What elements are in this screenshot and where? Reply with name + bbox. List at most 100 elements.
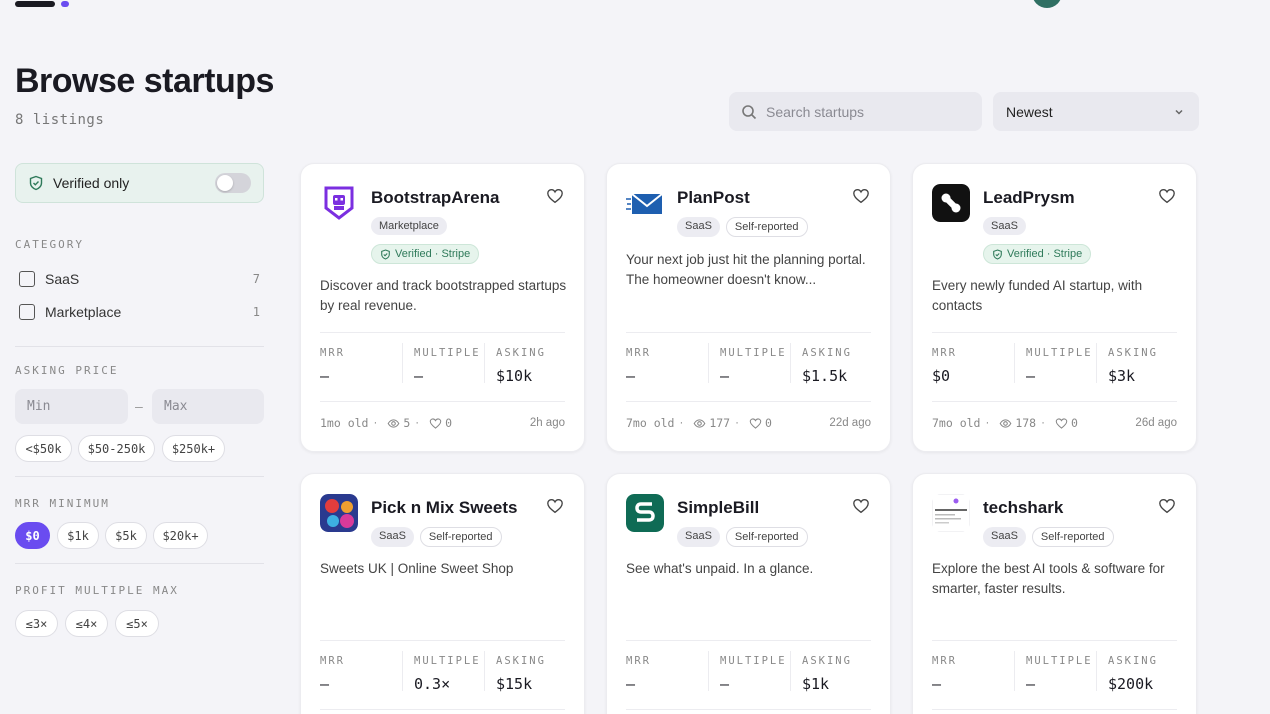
search-input[interactable] <box>766 103 966 120</box>
asking-label: ASKING <box>1108 347 1158 359</box>
search-box[interactable] <box>729 92 982 131</box>
category-tag: SaaS <box>677 527 720 547</box>
favorite-heart-icon[interactable] <box>546 497 564 515</box>
category-saas[interactable]: SaaS 7 <box>19 271 260 287</box>
posted-time: 2h ago <box>529 417 565 429</box>
like-count: 0 <box>764 416 772 430</box>
startup-name[interactable]: SimpleBill <box>677 498 759 518</box>
mrr-chip-20k-plus[interactable]: $20k+ <box>153 522 208 549</box>
likes-icon <box>429 417 442 429</box>
profit-chip-3x[interactable]: ≤3× <box>15 610 58 637</box>
profit-chip-5x[interactable]: ≤5× <box>115 610 159 637</box>
verified-only-toggle[interactable]: Verified only <box>15 163 264 203</box>
price-chip-250k-plus[interactable]: $250k+ <box>162 435 225 462</box>
site-logo[interactable] <box>15 0 155 7</box>
price-chip-under-50k[interactable]: <$50k <box>15 435 72 462</box>
startup-name[interactable]: techshark <box>983 498 1063 518</box>
category-saas-checkbox[interactable] <box>19 271 35 287</box>
asking-label: ASKING <box>802 347 852 359</box>
card-footer: 1mo old · 5 · 0 2h ago <box>320 416 565 430</box>
metric-separator <box>1096 343 1097 383</box>
asking-max-input[interactable] <box>152 389 264 424</box>
asking-label: ASKING <box>1108 655 1158 667</box>
startup-description: Every newly funded AI startup, with cont… <box>932 278 1143 313</box>
startup-logo <box>626 184 664 222</box>
startup-name[interactable]: PlanPost <box>677 188 750 208</box>
verified-badge: Verified · Stripe <box>983 244 1092 264</box>
multiple-label: MULTIPLE <box>414 347 481 359</box>
asking-value: $1.5k <box>802 367 848 385</box>
listing-card[interactable]: Pick n Mix Sweets SaaS Self-reported Sweets… <box>300 473 585 714</box>
favorite-heart-icon[interactable] <box>1158 187 1176 205</box>
metric-separator <box>484 343 485 383</box>
range-separator: – <box>135 398 143 414</box>
asking-min-input[interactable] <box>15 389 128 424</box>
metric-separator <box>790 343 791 383</box>
startup-logo <box>626 494 664 532</box>
mrr-label: MRR <box>626 655 651 667</box>
category-tag: SaaS <box>677 217 720 237</box>
mrr-chip-0[interactable]: $0 <box>15 522 50 549</box>
self-reported-tag: Self-reported <box>725 527 808 547</box>
multiple-label: MULTIPLE <box>720 655 787 667</box>
startup-description: Your next job just hit the planning port… <box>626 252 866 287</box>
startup-name[interactable]: BootstrapArena <box>371 188 499 208</box>
footer-dot: · <box>735 417 739 429</box>
mrr-label: MRR <box>932 347 957 359</box>
divider <box>15 563 264 564</box>
startup-name[interactable]: LeadPrysm <box>983 188 1075 208</box>
mrr-value: – <box>932 675 942 693</box>
divider <box>320 640 565 641</box>
category-marketplace-checkbox[interactable] <box>19 304 35 320</box>
asking-price-heading: ASKING PRICE <box>15 364 119 377</box>
footer-dot: · <box>415 417 420 429</box>
mrr-label: MRR <box>320 655 345 667</box>
card-footer: 7mo old · 178 · 0 26d ago <box>932 416 1177 430</box>
favorite-heart-icon[interactable] <box>852 187 870 205</box>
footer-dot: · <box>679 417 684 429</box>
mrr-chip-1k[interactable]: $1k <box>57 522 99 549</box>
page-title: Browse startups <box>15 62 274 100</box>
listing-card[interactable]: PlanPost SaaS Self-reported Your next job j… <box>606 163 891 452</box>
tag-list: SaaS <box>983 217 1183 235</box>
metric-separator <box>1096 651 1097 691</box>
view-count: 177 <box>709 416 731 430</box>
favorite-heart-icon[interactable] <box>1158 497 1176 515</box>
footer-dot: · <box>985 417 990 429</box>
like-count: 0 <box>445 416 453 430</box>
startup-name[interactable]: Pick n Mix Sweets <box>371 498 517 518</box>
metric-separator <box>402 651 403 691</box>
view-count: 5 <box>403 416 411 430</box>
mrr-chip-5k[interactable]: $5k <box>105 522 147 549</box>
mrr-label: MRR <box>626 347 651 359</box>
category-tag: SaaS <box>983 217 1026 235</box>
profit-chip-4x[interactable]: ≤4× <box>65 610 108 637</box>
card-footer: 7mo old · 177 · 0 22d ago <box>626 416 871 430</box>
startup-logo <box>932 184 970 222</box>
favorite-heart-icon[interactable] <box>852 497 870 515</box>
multiple-label: MULTIPLE <box>720 347 787 359</box>
listing-card[interactable]: techshark SaaS Self-reported Explore the be… <box>912 473 1197 714</box>
sort-select[interactable]: Newest <box>993 92 1199 131</box>
avatar[interactable] <box>1032 0 1062 8</box>
verified-switch[interactable] <box>215 173 251 193</box>
listing-card[interactable]: LeadPrysm SaaS Verified · Stripe Every newl… <box>912 163 1197 452</box>
favorite-heart-icon[interactable] <box>546 187 564 205</box>
verified-badge-label: Verified · Stripe <box>1007 248 1083 260</box>
category-tag: SaaS <box>371 527 414 547</box>
listing-card[interactable]: BootstrapArena Marketplace Verified · Stri… <box>300 163 585 452</box>
divider <box>626 640 871 641</box>
listing-card[interactable]: SimpleBill SaaS Self-reported See what's un… <box>606 473 891 714</box>
search-icon <box>742 104 757 119</box>
price-chip-50-250k[interactable]: $50-250k <box>78 435 155 462</box>
category-marketplace[interactable]: Marketplace 1 <box>19 304 260 320</box>
mrr-value: – <box>320 675 330 693</box>
posted-time: 26d ago <box>1135 417 1177 429</box>
asking-value: $15k <box>496 675 533 693</box>
divider <box>320 332 565 333</box>
divider <box>932 332 1177 333</box>
shield-check-icon <box>380 248 391 260</box>
multiple-value: – <box>720 675 730 693</box>
category-saas-count: 7 <box>252 272 260 286</box>
category-heading: CATEGORY <box>15 238 84 251</box>
